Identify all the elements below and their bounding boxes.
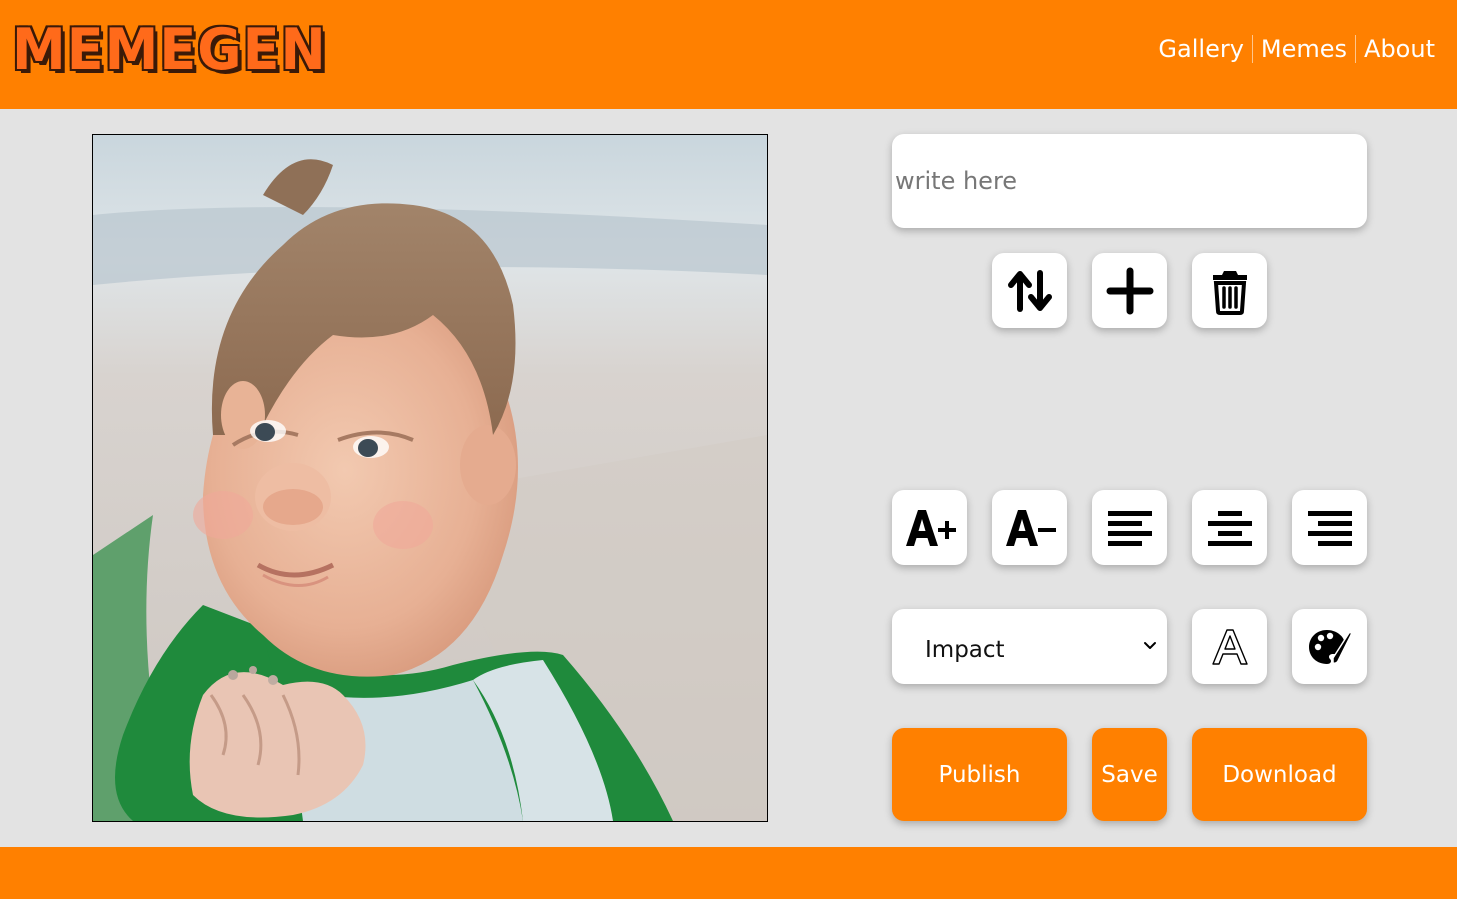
increase-font-button[interactable] bbox=[892, 490, 967, 565]
header: MEMEGEN Gallery Memes About bbox=[0, 0, 1457, 109]
align-left-icon bbox=[1107, 510, 1152, 546]
align-center-icon bbox=[1207, 510, 1252, 546]
meme-canvas[interactable] bbox=[92, 134, 768, 822]
trash-icon bbox=[1212, 270, 1247, 315]
font-family-value: Impact bbox=[925, 637, 1005, 663]
meme-text-input[interactable] bbox=[892, 134, 1367, 228]
footer bbox=[0, 847, 1457, 899]
stroke-color-button[interactable] bbox=[1192, 609, 1267, 684]
meme-image bbox=[93, 135, 767, 821]
nav-memes-link[interactable]: Memes bbox=[1261, 32, 1347, 66]
switch-lines-icon bbox=[1007, 269, 1052, 312]
align-center-button[interactable] bbox=[1192, 490, 1267, 565]
save-button[interactable]: Save bbox=[1092, 728, 1167, 821]
logo[interactable]: MEMEGEN bbox=[12, 16, 327, 83]
align-right-button[interactable] bbox=[1292, 490, 1367, 565]
delete-line-button[interactable] bbox=[1192, 253, 1267, 328]
nav-gallery-link[interactable]: Gallery bbox=[1158, 32, 1243, 66]
align-right-icon bbox=[1307, 510, 1352, 546]
nav-about-link[interactable]: About bbox=[1364, 32, 1435, 66]
font-family-select[interactable]: Impact bbox=[892, 609, 1167, 684]
decrease-font-button[interactable] bbox=[992, 490, 1067, 565]
palette-icon bbox=[1308, 629, 1352, 664]
font-increase-icon bbox=[905, 509, 956, 546]
nav-divider bbox=[1251, 35, 1253, 63]
add-line-icon bbox=[1106, 267, 1153, 314]
chevron-down-icon bbox=[1144, 642, 1156, 649]
font-decrease-icon bbox=[1005, 509, 1056, 546]
add-line-button[interactable] bbox=[1092, 253, 1167, 328]
nav-divider bbox=[1355, 35, 1357, 63]
switch-lines-button[interactable] bbox=[992, 253, 1067, 328]
fill-color-button[interactable] bbox=[1292, 609, 1367, 684]
main-nav: Gallery Memes About bbox=[1158, 32, 1435, 66]
align-left-button[interactable] bbox=[1092, 490, 1167, 565]
download-button[interactable]: Download bbox=[1192, 728, 1367, 821]
font-outline-icon bbox=[1211, 628, 1248, 665]
publish-button[interactable]: Publish bbox=[892, 728, 1067, 821]
